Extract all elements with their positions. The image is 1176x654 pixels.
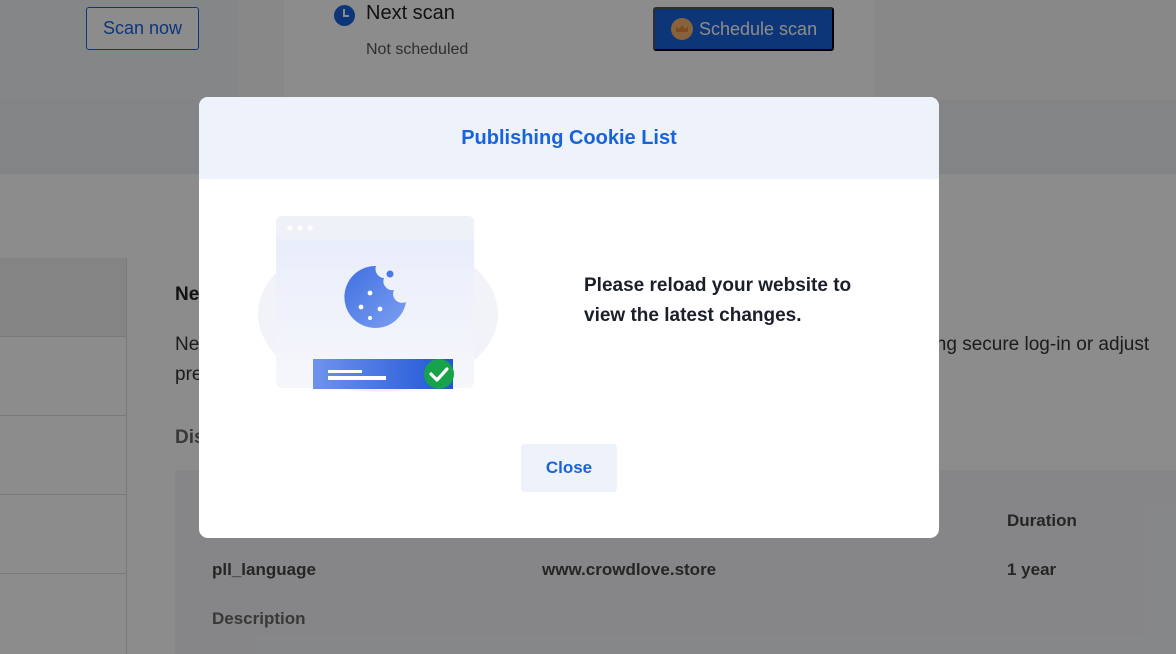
modal-message: Please reload your website to view the l… [584,275,852,326]
modal-title: Publishing Cookie List [461,126,677,149]
cookie-browser-check-icon [258,216,498,392]
modal-header: Publishing Cookie List [199,97,939,179]
publishing-modal: Publishing Cookie List Please reload you… [199,97,939,538]
close-button[interactable]: Close [521,444,617,492]
